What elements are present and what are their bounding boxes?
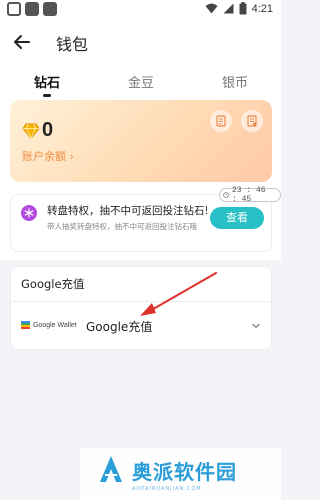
diamond-icon	[22, 123, 40, 140]
google-wallet-logo: Google Wallet	[21, 321, 77, 329]
back-arrow-icon[interactable]	[12, 32, 32, 52]
countdown-timer: 23 : 46 : 45	[219, 186, 281, 204]
tab-gold-bean[interactable]: 金豆	[128, 72, 154, 91]
tab-silver-coin[interactable]: 银币	[222, 72, 248, 91]
snowflake-icon	[24, 208, 34, 218]
timer-value: 23 : 46 : 45	[231, 186, 266, 204]
app-notification-icon	[25, 2, 39, 16]
balance-value: 0	[42, 119, 54, 141]
app-notification-icon	[7, 2, 21, 16]
status-bar: 4:21	[0, 0, 281, 20]
balance-label[interactable]: 账户余额 ›	[22, 148, 74, 164]
record-button[interactable]	[210, 110, 232, 132]
app-notification-icon	[43, 2, 57, 16]
wifi-icon	[205, 3, 218, 14]
page-title: 钱包	[56, 35, 89, 54]
privilege-title: 转盘特权，抽不中可返回投注钻石!	[47, 205, 207, 217]
detail-button[interactable]	[241, 110, 263, 132]
annotation-arrow	[140, 272, 217, 316]
section-title: Google充值	[21, 277, 85, 291]
wallet-icon	[21, 321, 30, 329]
watermark-subtext: AOPAIRUANJIAN.COM	[132, 486, 202, 492]
privilege-subtitle: 带人抽奖转盘特权，抽不中可返回投注钻石哦	[47, 222, 197, 231]
view-button[interactable]: 查看	[210, 207, 264, 229]
balance-card: 0 账户余额 ›	[10, 100, 272, 182]
watermark-text: 奥派软件园	[132, 460, 237, 484]
watermark-logo	[100, 456, 122, 482]
clock-icon	[223, 192, 229, 198]
active-tab-indicator	[43, 94, 51, 97]
list-document-icon	[247, 115, 257, 127]
battery-icon	[239, 2, 247, 15]
option-label: Google充值	[86, 320, 153, 334]
tab-diamond[interactable]: 钻石	[34, 72, 60, 91]
notification-icons	[7, 2, 57, 16]
watermark: 奥派软件园 AOPAIRUANJIAN.COM	[80, 448, 281, 500]
wheel-icon	[21, 205, 37, 221]
clock: 4:21	[251, 2, 273, 15]
currency-tabs: 钻石 金豆 银币	[0, 64, 281, 100]
chevron-down-icon[interactable]	[251, 321, 261, 331]
header: 钱包	[0, 20, 281, 64]
wallet-text: Google Wallet	[33, 321, 77, 329]
signal-icon	[223, 3, 234, 14]
document-icon	[216, 115, 226, 127]
